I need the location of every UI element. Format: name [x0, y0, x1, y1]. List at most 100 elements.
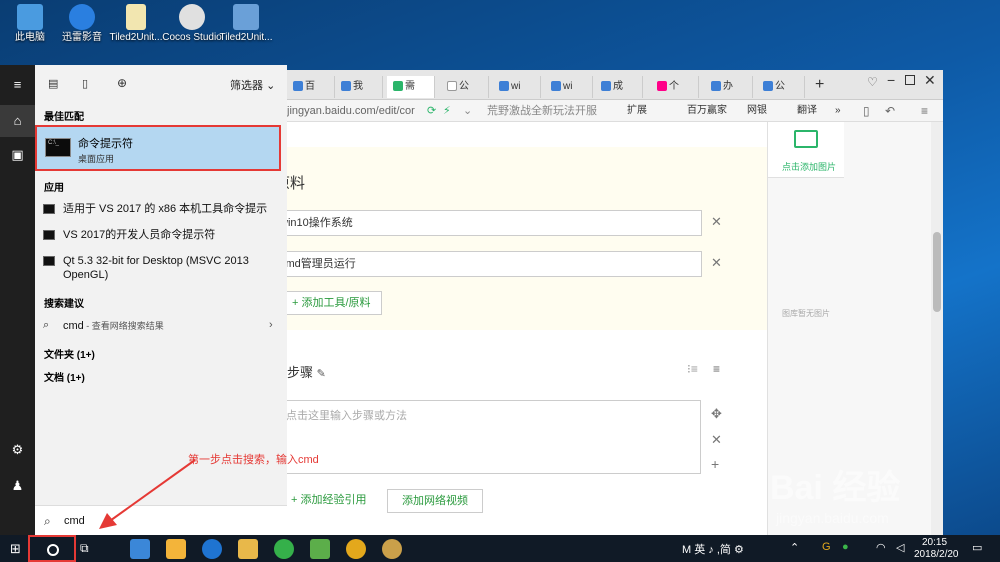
- phone-icon[interactable]: ▯: [863, 100, 870, 122]
- new-tab-button[interactable]: +: [815, 76, 824, 94]
- bookmark-item[interactable]: 网银: [747, 100, 767, 122]
- notification-icon[interactable]: ▭: [972, 541, 982, 554]
- browser-tab[interactable]: 我: [335, 76, 383, 98]
- url-field[interactable]: jingyan.baidu.com/edit/cor: [287, 100, 437, 122]
- app-result-label: 适用于 VS 2017 的 x86 本机工具命令提示: [63, 203, 268, 215]
- tab-label: 公: [459, 81, 469, 92]
- materials-title: 原料: [287, 175, 305, 192]
- file-explorer-icon[interactable]: [238, 539, 258, 559]
- unordered-list-icon[interactable]: ≡: [713, 362, 720, 376]
- documents-heading[interactable]: 文档 (1+): [44, 369, 85, 384]
- close-icon[interactable]: ✕: [924, 72, 936, 89]
- archive-icon[interactable]: Tiled2Unit...: [216, 4, 276, 44]
- folders-heading[interactable]: 文件夹 (1+): [44, 346, 95, 361]
- hamburger-icon[interactable]: ≡: [10, 77, 25, 92]
- search-input[interactable]: cmd: [64, 506, 85, 536]
- browser-tab[interactable]: 个: [651, 76, 699, 98]
- tray-app-icon[interactable]: ●: [842, 541, 849, 553]
- app-taskbar-icon[interactable]: [310, 539, 330, 559]
- remove-icon[interactable]: ✕: [711, 255, 722, 271]
- browser-tab-active[interactable]: 需: [387, 76, 435, 98]
- app-result[interactable]: 适用于 VS 2017 的 x86 本机工具命令提示: [43, 202, 281, 218]
- maximize-icon[interactable]: [905, 75, 915, 85]
- volume-icon[interactable]: ◁: [896, 541, 904, 554]
- menu-icon[interactable]: ≡: [921, 100, 928, 122]
- desktop-icon-label: Tiled2Unit...: [219, 32, 273, 43]
- app-taskbar-icon[interactable]: [382, 539, 402, 559]
- web-suggestion[interactable]: ⌕ cmd - 查看网络搜索结果 ›: [43, 319, 281, 335]
- material-field-value: win10操作系统: [280, 217, 353, 229]
- bookmark-item[interactable]: 百万赢家: [687, 100, 727, 122]
- home-icon: ⌂: [13, 113, 22, 128]
- settings-gear-icon[interactable]: ⚙: [10, 442, 25, 457]
- remove-icon[interactable]: ✕: [711, 214, 722, 230]
- filter-dropdown[interactable]: 筛选器 ⌄: [230, 77, 275, 93]
- suggestion-query: cmd: [63, 320, 84, 332]
- documents-filter-icon[interactable]: ▯: [82, 77, 88, 90]
- browser-tab[interactable]: 百: [287, 76, 335, 98]
- wifi-icon[interactable]: ◠: [876, 541, 886, 554]
- add-icon[interactable]: +: [711, 456, 719, 472]
- remove-icon[interactable]: ✕: [711, 432, 722, 448]
- windows-start-icon[interactable]: ⊞: [10, 541, 21, 557]
- xunlei-player-icon[interactable]: 迅雷影音: [52, 4, 112, 44]
- news-ticker[interactable]: 荒野激战全新玩法开服: [487, 100, 597, 122]
- search-button[interactable]: [28, 535, 76, 562]
- feedback-icon[interactable]: ♟: [10, 478, 25, 493]
- chevron-down-icon[interactable]: ⌄: [463, 100, 472, 122]
- bolt-icon[interactable]: ⚡: [443, 100, 451, 122]
- scrollbar-thumb[interactable]: [933, 232, 941, 312]
- pencil-icon[interactable]: ✎: [317, 368, 326, 380]
- tray-app-icon[interactable]: G: [822, 541, 831, 553]
- browser-tab[interactable]: 公: [757, 76, 805, 98]
- step-editor[interactable]: 点击这里输入步骤或方法: [281, 400, 701, 474]
- chevron-up-icon[interactable]: ⌃: [790, 541, 799, 554]
- ime-indicator[interactable]: M 英 ♪ ,简 ⚙: [682, 541, 744, 557]
- refresh-icon[interactable]: ⟳: [427, 100, 436, 122]
- app-result[interactable]: VS 2017的开发人员命令提示符: [43, 228, 281, 244]
- translate-button[interactable]: 翻译: [797, 100, 817, 122]
- more-bookmarks-button[interactable]: »: [835, 100, 841, 122]
- this-pc-icon[interactable]: 此电脑: [0, 4, 60, 44]
- ordered-list-icon[interactable]: ⁝≡: [687, 362, 698, 376]
- best-match-item[interactable]: C:\_ 命令提示符 桌面应用: [35, 125, 281, 171]
- browser-tab[interactable]: 办: [705, 76, 753, 98]
- app-taskbar-icon[interactable]: [130, 539, 150, 559]
- app-taskbar-icon[interactable]: [166, 539, 186, 559]
- apps-filter-icon[interactable]: ▤: [48, 77, 58, 90]
- browser-tab[interactable]: 成: [595, 76, 643, 98]
- task-view-icon[interactable]: ⧉: [80, 541, 89, 556]
- move-icon[interactable]: ✥: [711, 406, 722, 422]
- app-result[interactable]: Qt 5.3 32-bit for Desktop (MSVC 2013 Ope…: [43, 254, 281, 284]
- clock-date[interactable]: 2018/2/20: [914, 549, 959, 560]
- minimize-icon[interactable]: −: [887, 72, 895, 88]
- baidu-icon: [393, 81, 403, 92]
- tab-label: wi: [511, 81, 521, 92]
- browser-tab[interactable]: 公: [441, 76, 489, 98]
- baidu-icon: [763, 81, 773, 92]
- browser-tab[interactable]: wi: [493, 76, 541, 98]
- app-taskbar-icon[interactable]: [346, 539, 366, 559]
- undo-icon[interactable]: ↶: [885, 100, 895, 122]
- add-image-button[interactable]: 点击添加图片: [768, 122, 844, 178]
- material-field[interactable]: cmd管理员运行: [277, 251, 702, 277]
- add-tool-button[interactable]: + 添加工具/原料: [281, 291, 382, 315]
- browser-taskbar-icon[interactable]: [274, 539, 294, 559]
- file-icon[interactable]: Tiled2Unit...: [106, 4, 166, 44]
- home-button[interactable]: ⌂: [0, 105, 35, 137]
- steps-title-text: 步骤: [287, 365, 314, 380]
- clock-time[interactable]: 20:15: [922, 537, 947, 548]
- material-field[interactable]: win10操作系统: [277, 210, 702, 236]
- cocos-studio-icon[interactable]: Cocos Studio: [162, 4, 222, 44]
- add-experience-button[interactable]: + 添加经验引用: [281, 489, 376, 513]
- edge-icon[interactable]: [202, 539, 222, 559]
- suggestion-text: cmd - 查看网络搜索结果: [63, 319, 164, 333]
- browser-tab[interactable]: wi: [545, 76, 593, 98]
- add-video-button[interactable]: 添加网络视频: [387, 489, 483, 513]
- skin-icon[interactable]: ♡: [867, 75, 878, 89]
- annotation-arrow-icon: [99, 459, 196, 529]
- scrollbar[interactable]: [931, 122, 943, 535]
- extensions-button[interactable]: 扩展: [627, 100, 647, 122]
- reader-icon[interactable]: ▣: [10, 147, 25, 162]
- web-filter-icon[interactable]: ⊕: [117, 76, 127, 90]
